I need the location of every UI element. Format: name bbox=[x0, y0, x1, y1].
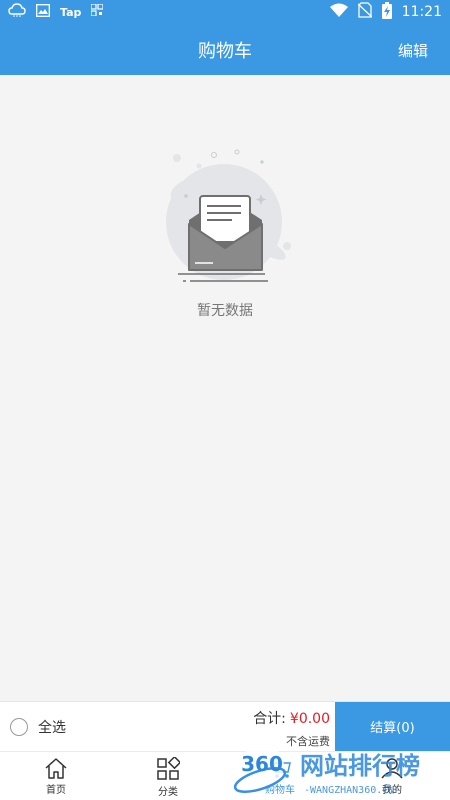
cart-action-bar: 全选 合计: ¥0.00 不含运费 结算(0) bbox=[0, 701, 450, 751]
battery-charging-icon bbox=[381, 1, 392, 23]
no-sim-icon bbox=[357, 2, 373, 22]
empty-envelope-icon bbox=[166, 149, 291, 282]
checkout-button[interactable]: 结算(0) bbox=[335, 702, 450, 751]
tab-category-label: 分类 bbox=[158, 787, 178, 798]
tab-profile-label: 我的 bbox=[382, 785, 402, 796]
home-icon bbox=[45, 758, 67, 779]
total-summary: 合计: ¥0.00 bbox=[253, 708, 330, 728]
image-icon bbox=[36, 3, 50, 21]
tab-cart[interactable]: 购物车 bbox=[224, 752, 336, 800]
status-bar: Tap 11:21 bbox=[0, 0, 450, 24]
cart-icon bbox=[269, 758, 291, 778]
tab-profile[interactable]: 我的 bbox=[336, 752, 448, 800]
wifi-icon bbox=[329, 3, 348, 21]
tab-category[interactable]: 分类 bbox=[112, 752, 224, 800]
status-bar-left: Tap bbox=[8, 3, 104, 21]
category-grid-icon bbox=[157, 757, 180, 780]
page-title: 购物车 bbox=[198, 40, 252, 62]
cloud-icon bbox=[8, 3, 26, 21]
status-time: 11:21 bbox=[401, 4, 442, 20]
total-amount: ¥0.00 bbox=[289, 711, 330, 727]
user-icon bbox=[381, 758, 403, 779]
tap-app-label: Tap bbox=[60, 5, 82, 19]
empty-state-text: 暂无数据 bbox=[197, 303, 253, 319]
select-all-radio[interactable] bbox=[10, 718, 28, 736]
select-all-label: 全选 bbox=[38, 720, 66, 736]
shipping-note: 不含运费 bbox=[286, 735, 330, 748]
total-label: 合计: bbox=[253, 711, 286, 727]
tab-home-label: 首页 bbox=[46, 785, 66, 796]
status-bar-right: 11:21 bbox=[329, 1, 442, 23]
app-header: 购物车 编辑 bbox=[0, 24, 450, 75]
tab-cart-label: 购物车 bbox=[265, 785, 295, 796]
tab-home[interactable]: 首页 bbox=[0, 752, 112, 800]
edit-button[interactable]: 编辑 bbox=[398, 40, 428, 61]
qr-code-icon bbox=[90, 3, 104, 20]
select-all-toggle[interactable]: 全选 bbox=[10, 717, 66, 737]
bottom-tab-bar: 首页 分类 购物车 我的 bbox=[0, 751, 450, 800]
empty-state: 暂无数据 bbox=[0, 140, 450, 330]
